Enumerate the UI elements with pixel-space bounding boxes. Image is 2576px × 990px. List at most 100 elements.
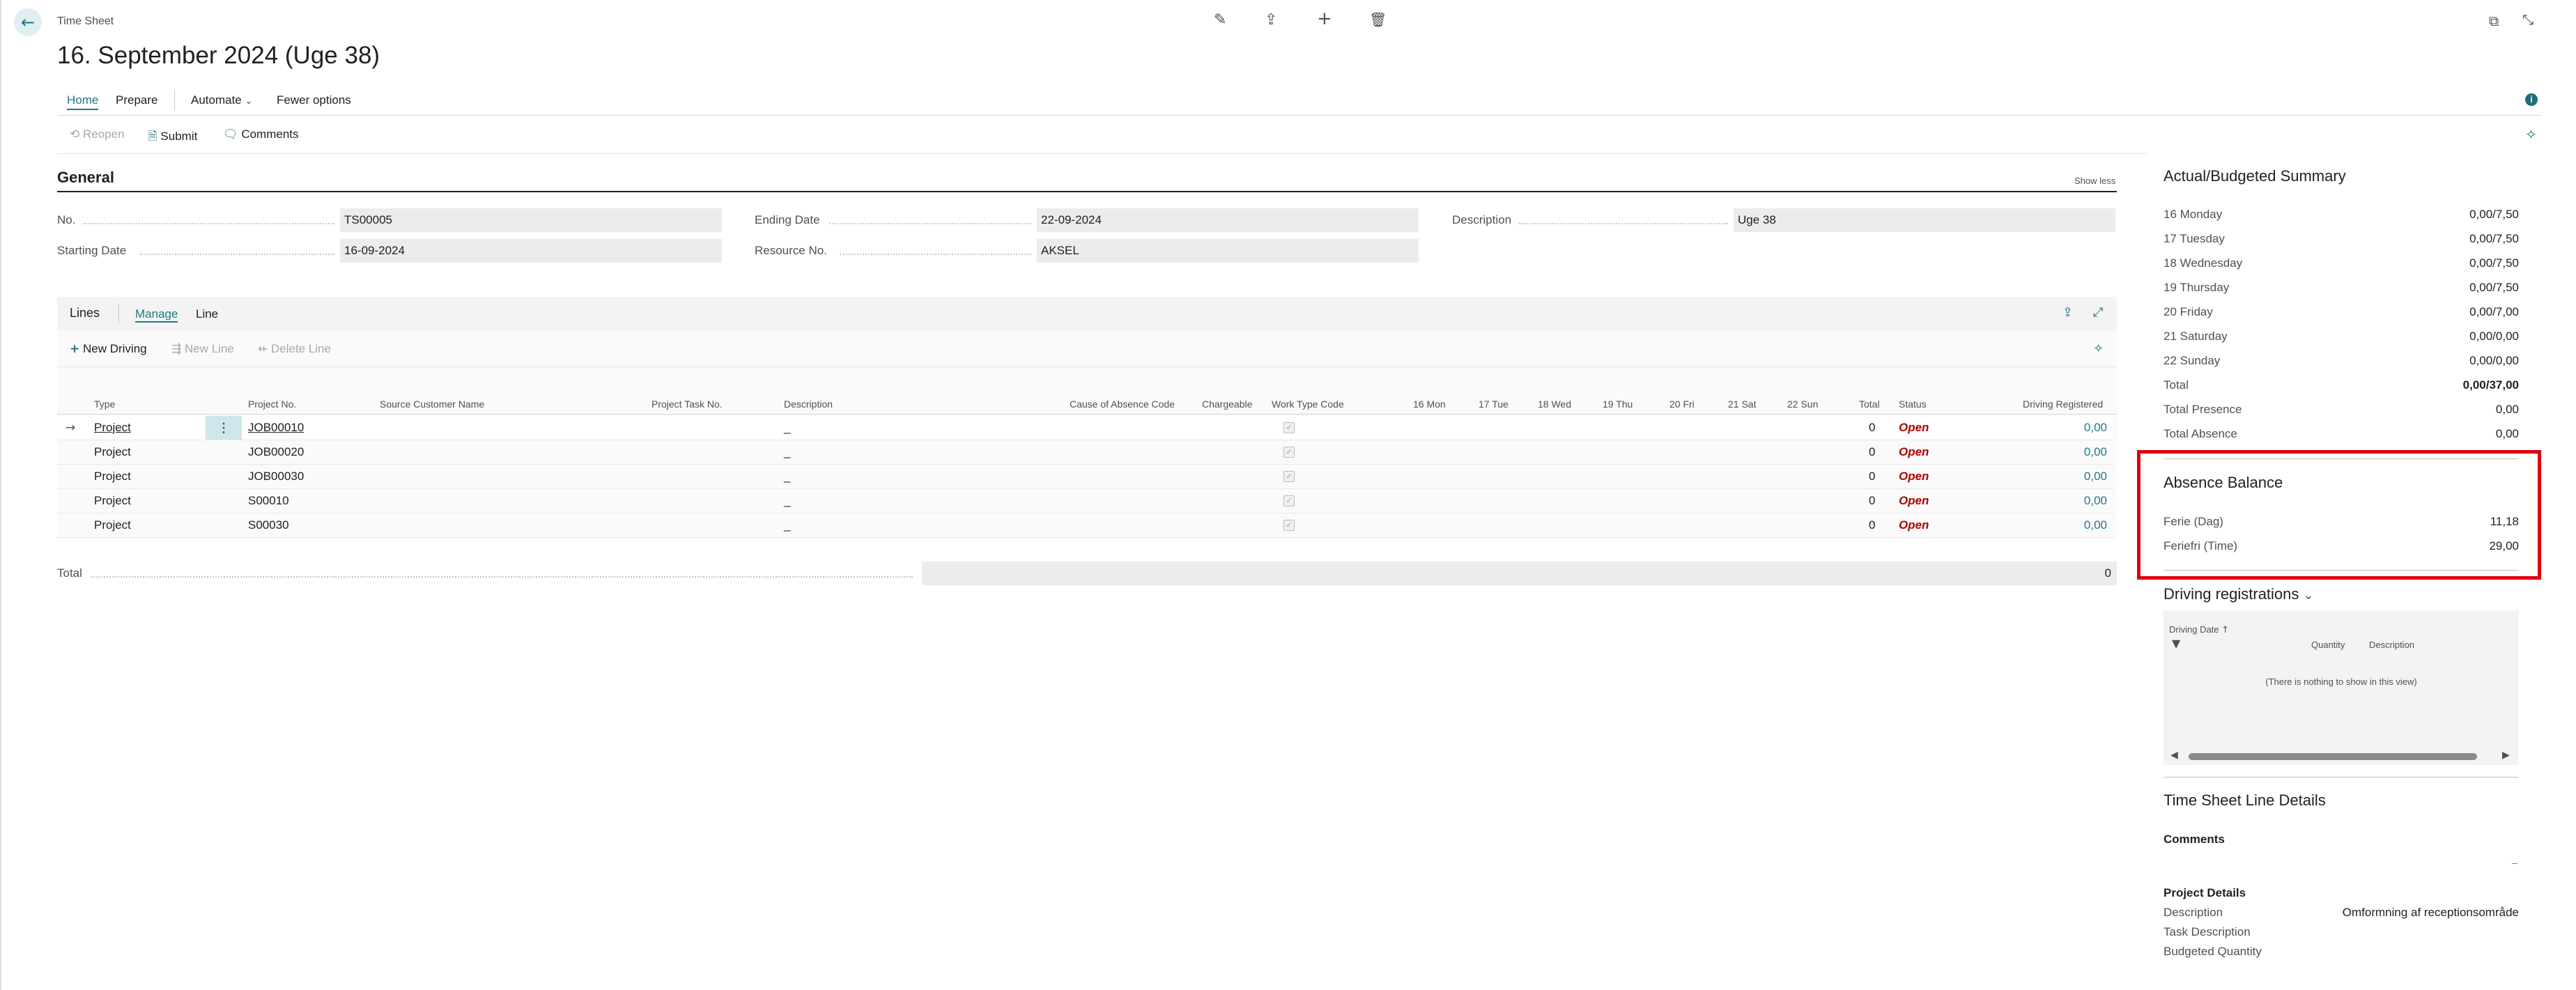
row-description[interactable]: _ [784,513,790,537]
absence-divider [2164,570,2519,571]
total-label: Total [57,566,82,580]
row-description[interactable]: _ [784,416,790,440]
tab-automate[interactable]: Automate ⌄ [191,93,252,107]
row-type[interactable]: Project [94,416,131,440]
row-project-no[interactable]: JOB00010 [248,416,304,440]
starting-date-field[interactable]: 16-09-2024 [340,239,722,263]
expand-lines-icon[interactable]: ⤢ [2093,305,2103,320]
row-driving-registered[interactable]: 0,00 [2084,513,2107,537]
col-type[interactable]: Type [94,399,115,410]
col-18-wed[interactable]: 18 Wed [1538,399,1571,410]
row-type[interactable]: Project [94,489,131,513]
row-project-no[interactable]: S00030 [248,513,289,537]
chargeable-checkbox[interactable]: ✓ [1283,447,1295,458]
table-row[interactable]: → Project ⋮ JOB00010 _ ✓ 0 Open 0,00 [57,416,2113,440]
tab-line[interactable]: Line [196,307,218,321]
chargeable-checkbox[interactable]: ✓ [1283,471,1295,482]
plus-icon[interactable]: + [1317,8,1332,29]
col-driving-registered[interactable]: Driving Registered [2023,399,2103,410]
col-16-mon[interactable]: 16 Mon [1413,399,1446,410]
resource-no-dots [840,254,1031,255]
col-22-sun[interactable]: 22 Sun [1787,399,1818,410]
driving-col-description[interactable]: Description [2369,640,2414,650]
new-driving-button[interactable]: + New Driving [70,342,147,356]
scroll-left-icon[interactable]: ◀ [2170,750,2178,761]
col-work-type-code[interactable]: Work Type Code [1272,399,1344,410]
tab-manage[interactable]: Manage [135,307,178,323]
row-project-no[interactable]: JOB00030 [248,465,304,488]
col-description[interactable]: Description [784,399,833,410]
new-line-label: New Line [184,342,234,355]
open-new-window-icon[interactable]: ⧉ [2489,13,2499,29]
horizontal-scrollbar[interactable] [2189,753,2477,760]
row-total: 0 [1869,518,1876,532]
new-line-button[interactable]: ⇶ New Line [171,342,234,356]
col-cause-of-absence[interactable]: Cause of Absence Code [1070,399,1175,410]
pin-lines-icon[interactable]: ✧ [2093,341,2104,356]
col-source-customer-name[interactable]: Source Customer Name [380,399,484,410]
scroll-right-icon[interactable]: ▶ [2502,750,2510,761]
col-19-thu[interactable]: 19 Thu [1603,399,1633,410]
no-label: No. [57,213,76,226]
col-total[interactable]: Total [1859,399,1880,410]
col-17-tue[interactable]: 17 Tue [1479,399,1509,410]
row-driving-registered[interactable]: 0,00 [2084,440,2107,464]
row-type[interactable]: Project [94,440,131,464]
row-description[interactable]: _ [784,465,790,488]
col-project-no[interactable]: Project No. [248,399,296,410]
row-type[interactable]: Project [94,513,131,537]
row-project-no[interactable]: JOB00020 [248,440,304,464]
col-21-sat[interactable]: 21 Sat [1728,399,1756,410]
delete-line-button[interactable]: ⇷ Delete Line [258,342,331,356]
filter-icon[interactable]: ▼ [2172,637,2180,650]
submit-button[interactable]: 🗎 Submit [148,127,197,148]
col-chargeable[interactable]: Chargeable [1202,399,1252,410]
chargeable-checkbox[interactable]: ✓ [1283,422,1295,433]
driving-col-quantity[interactable]: Quantity [2311,640,2345,650]
resource-no-field[interactable]: AKSEL [1037,239,1419,263]
driving-col-date[interactable]: Driving Date ↑ [2169,624,2229,635]
tab-fewer-options[interactable]: Fewer options [277,93,351,107]
table-row[interactable]: Project JOB00020 _ ✓ 0 Open 0,00 [57,440,2113,465]
collapse-icon[interactable]: ⤡ [2522,11,2533,28]
absence-label: Feriefri (Time) [2164,539,2238,552]
back-button[interactable]: ← [14,8,42,36]
share-icon[interactable]: ⇪ [1265,11,1277,29]
pin-icon[interactable]: ✧ [2525,126,2537,143]
table-row[interactable]: Project S00030 _ ✓ 0 Open 0,00 [57,513,2113,538]
driving-title-button[interactable]: Driving registrations ⌄ [2164,585,2314,603]
info-icon[interactable]: i [2525,93,2538,106]
no-field[interactable]: TS00005 [340,208,722,232]
col-project-task-no[interactable]: Project Task No. [651,399,723,410]
delete-line-icon: ⇷ [258,342,268,356]
col-status[interactable]: Status [1899,399,1927,410]
edit-icon[interactable]: ✎ [1214,11,1226,29]
description-field[interactable]: Uge 38 [1734,208,2115,232]
row-driving-registered[interactable]: 0,00 [2084,416,2107,440]
row-type[interactable]: Project [94,465,131,488]
chargeable-checkbox[interactable]: ✓ [1283,495,1295,506]
tab-home[interactable]: Home [67,93,99,110]
row-project-no[interactable]: S00010 [248,489,289,513]
current-row-arrow-icon: → [65,421,76,435]
row-menu-button[interactable]: ⋮ [206,416,242,440]
chargeable-checkbox[interactable]: ✓ [1283,520,1295,531]
row-driving-registered[interactable]: 0,00 [2084,489,2107,513]
table-row[interactable]: Project S00010 _ ✓ 0 Open 0,00 [57,489,2113,513]
table-row[interactable]: Project JOB00030 _ ✓ 0 Open 0,00 [57,465,2113,489]
col-20-fri[interactable]: 20 Fri [1669,399,1695,410]
comments-button[interactable]: 🗨 Comments [223,127,299,141]
row-driving-registered[interactable]: 0,00 [2084,465,2107,488]
total-field: 0 [922,562,2117,585]
show-less-link[interactable]: Show less [2074,176,2115,186]
ending-date-field[interactable]: 22-09-2024 [1037,208,1419,232]
summary-row-17-tuesday: 17 Tuesday 0,00/7,50 [2164,232,2519,253]
row-description[interactable]: _ [784,489,790,513]
tab-prepare[interactable]: Prepare [116,93,157,107]
row-description[interactable]: _ [784,440,790,464]
reopen-button[interactable]: ⟲ Reopen [70,127,125,141]
share-lines-icon[interactable]: ⇪ [2062,305,2073,320]
summary-value: 0,00/7,50 [2469,208,2519,221]
delete-icon[interactable]: 🗑 [1369,11,1387,28]
tabs-separator [57,115,2541,116]
